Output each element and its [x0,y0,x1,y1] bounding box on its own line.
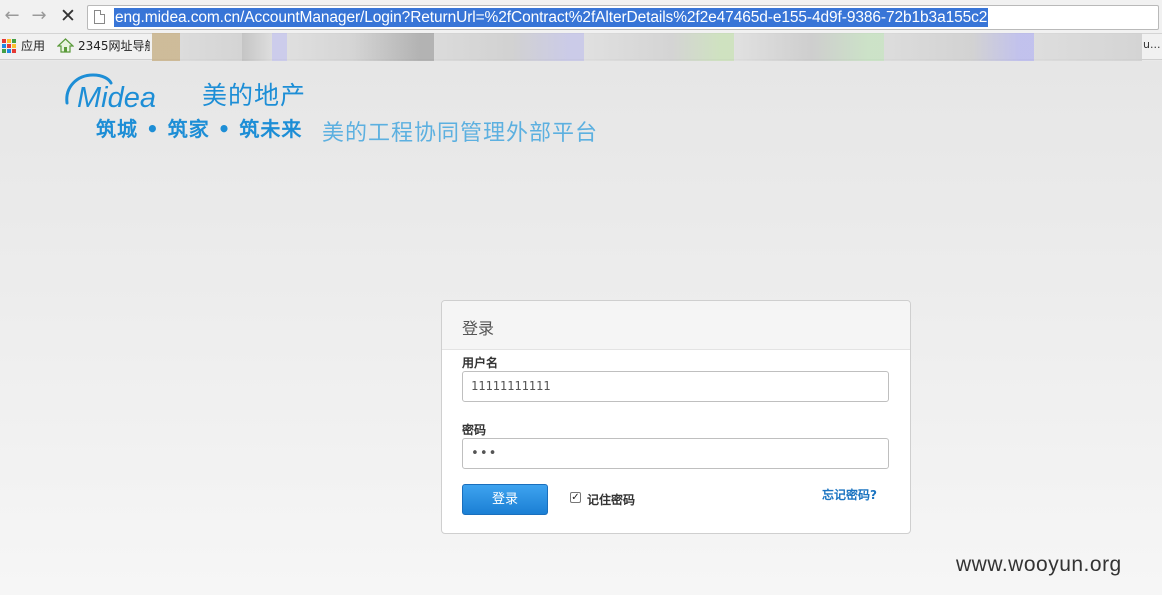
forgot-password-link[interactable]: 忘记密码? [822,486,877,503]
remember-checkbox[interactable]: ✓ [570,492,581,503]
watermark: www.wooyun.org [956,553,1122,576]
login-panel-header [442,301,910,350]
house-icon [57,38,74,53]
remember-label[interactable]: 记住密码 [587,491,635,508]
address-bar[interactable]: eng.midea.com.cn/AccountManager/Login?Re… [87,5,1159,30]
username-input[interactable]: 11111111111 [462,371,889,402]
midea-logo: Midea [65,73,156,113]
apps-grid-icon[interactable] [2,39,16,53]
username-label: 用户名 [462,356,499,370]
url-text[interactable]: eng.midea.com.cn/AccountManager/Login?Re… [114,8,989,27]
brand-name: 美的地产 [202,81,307,110]
page-icon [94,10,105,24]
login-panel: 登录 用户名 11111111111 密码 ••• 登录 ✓ 记住密码 忘记密码… [441,300,911,534]
browser-toolbar: ← → ✕ eng.midea.com.cn/AccountManager/Lo… [0,0,1162,34]
bookmarks-overflow[interactable]: u... [1143,38,1160,51]
password-label: 密码 [462,423,487,437]
password-input[interactable]: ••• [462,438,889,469]
bookmark-2345[interactable]: 2345网址导航 [78,38,150,54]
back-arrow-icon[interactable]: ← [2,6,22,26]
login-title: 登录 [462,319,495,338]
login-button[interactable]: 登录 [462,484,548,515]
stop-loading-icon[interactable]: ✕ [58,6,78,26]
brand-slogan: 筑城 • 筑家 • 筑未来 [96,117,303,141]
page-body: Midea 美的地产 筑城 • 筑家 • 筑未来 美的工程协同管理外部平台 登录… [0,61,1162,595]
bookmark-apps[interactable]: 应用 [21,38,45,54]
svg-text:Midea: Midea [77,82,156,113]
blurred-bookmarks [152,33,1142,61]
platform-title: 美的工程协同管理外部平台 [322,121,599,146]
forward-arrow-icon[interactable]: → [29,6,49,26]
